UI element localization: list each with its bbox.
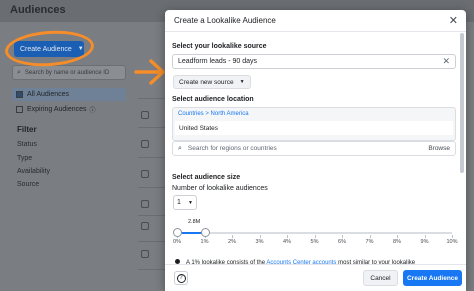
- search-placeholder: Search by name or audience ID: [24, 69, 110, 76]
- audience-search-input[interactable]: ⌕ Search by name or audience ID: [12, 65, 126, 80]
- table-divider: [138, 269, 166, 270]
- filter-label: Type: [17, 155, 33, 162]
- slider-tick-label: 0%: [173, 239, 181, 245]
- slider-tick: [287, 235, 288, 238]
- checkbox-icon: [16, 91, 23, 98]
- table-divider: [138, 215, 166, 216]
- filter-label: Availability: [17, 168, 50, 175]
- slider-tick-label: 10%: [446, 239, 458, 245]
- selected-location[interactable]: United States: [175, 121, 453, 135]
- slider-tick-label: 4%: [283, 239, 291, 245]
- filter-heading: Filter: [17, 125, 37, 134]
- slider-tick: [424, 235, 426, 238]
- reach-estimate: 2.8M: [188, 219, 201, 225]
- dialog-title: Create a Lookalike Audience: [174, 16, 276, 25]
- table-divider: [138, 157, 166, 158]
- help-button[interactable]: ?: [174, 271, 188, 285]
- slider-tick-label: 2%: [228, 239, 236, 245]
- table-divider: [138, 241, 166, 242]
- source-label: Select your lookalike source: [172, 43, 267, 50]
- search-icon: ⌕: [178, 144, 182, 152]
- source-value: Leadform leads - 90 days: [178, 58, 257, 65]
- slider-tick: [259, 235, 261, 238]
- slider-handle-start[interactable]: [173, 228, 182, 237]
- slider-tick-label: 9%: [420, 239, 429, 245]
- clear-icon[interactable]: ✕: [442, 56, 450, 67]
- slider-tick: [369, 235, 371, 238]
- audience-size-slider[interactable]: [177, 232, 452, 234]
- nav-item-expiring-audiences[interactable]: Expiring Audiences ⓘ: [12, 103, 126, 116]
- nav-item-all-audiences[interactable]: All Audiences: [12, 88, 126, 101]
- slider-tick: [232, 235, 233, 238]
- checkbox-icon: [16, 106, 23, 113]
- row-checkbox[interactable]: [141, 250, 149, 258]
- row-checkbox[interactable]: [141, 170, 149, 178]
- location-breadcrumb[interactable]: Countries > North America: [178, 111, 249, 117]
- slider-tick: [452, 235, 453, 238]
- slider-tick-label: 5%: [310, 239, 319, 245]
- table-divider: [138, 127, 166, 128]
- browse-link[interactable]: Browse: [428, 145, 450, 152]
- crumb-countries[interactable]: Countries: [178, 111, 204, 117]
- info-icon: ⓘ: [89, 108, 96, 114]
- location-label: Select audience location: [172, 96, 254, 103]
- audience-count-select[interactable]: 1 ▼: [173, 195, 197, 210]
- dialog-scrollbar[interactable]: [460, 33, 464, 173]
- create-new-source-label: Create new source: [179, 78, 234, 86]
- page-title: Audiences: [10, 4, 66, 16]
- help-icon: ?: [176, 273, 186, 283]
- filter-availability[interactable]: Availability: [17, 168, 127, 175]
- create-new-source-button[interactable]: Create new source ▼: [173, 75, 251, 89]
- arrow-right-icon: [134, 59, 165, 85]
- chevron-down-icon: ▼: [188, 199, 193, 206]
- cancel-button[interactable]: Cancel: [363, 270, 398, 286]
- count-label: Number of lookalike audiences: [172, 185, 268, 192]
- lookalike-source-input[interactable]: Leadform leads - 90 days ✕: [172, 54, 456, 69]
- dialog-body: Select your lookalike source Leadform le…: [165, 33, 466, 270]
- location-search-placeholder: Search for regions or countries: [187, 145, 277, 152]
- crumb-north-america[interactable]: North America: [211, 111, 249, 117]
- slider-tick-label: 1%: [200, 239, 209, 245]
- table-divider: [138, 187, 166, 188]
- filter-type[interactable]: Type: [17, 155, 127, 162]
- table-divider: [138, 98, 166, 99]
- row-checkbox[interactable]: [141, 200, 149, 208]
- crumb-separator: >: [205, 111, 209, 117]
- nav-item-label: All Audiences: [27, 91, 70, 98]
- row-checkbox[interactable]: [141, 222, 149, 230]
- dialog-header: Create a Lookalike Audience ✕: [165, 10, 466, 32]
- dialog-footer: ? Cancel Create Audience: [165, 264, 466, 291]
- lookalike-audience-dialog: Create a Lookalike Audience ✕ Select you…: [165, 10, 466, 291]
- slider-tick-label: 3%: [255, 239, 264, 245]
- size-label: Select audience size: [172, 174, 241, 181]
- location-selector: Countries > North America United States: [172, 107, 456, 141]
- slider-tick: [342, 235, 343, 238]
- filter-label: Status: [17, 141, 37, 148]
- search-icon: ⌕: [17, 68, 21, 76]
- chevron-down-icon: ▼: [239, 79, 245, 85]
- close-icon[interactable]: ✕: [449, 14, 458, 27]
- nav-item-label: Expiring Audiences: [27, 106, 87, 113]
- slider-tick-label: 6%: [338, 239, 346, 245]
- slider-handle-end[interactable]: [200, 228, 210, 237]
- filter-label: Source: [17, 181, 40, 188]
- slider-tick: [314, 235, 316, 238]
- location-search-input[interactable]: ⌕ Search for regions or countries Browse: [172, 141, 456, 156]
- slider-tick: [397, 235, 398, 238]
- row-checkbox[interactable]: [141, 111, 149, 119]
- slider-tick-label: 7%: [365, 239, 374, 245]
- filter-source[interactable]: Source: [17, 181, 127, 188]
- slider-tick-label: 8%: [393, 239, 401, 245]
- count-value: 1: [177, 199, 181, 206]
- filter-status[interactable]: Status: [17, 141, 127, 148]
- create-audience-submit-button[interactable]: Create Audience: [403, 270, 462, 286]
- row-checkbox[interactable]: [141, 140, 149, 148]
